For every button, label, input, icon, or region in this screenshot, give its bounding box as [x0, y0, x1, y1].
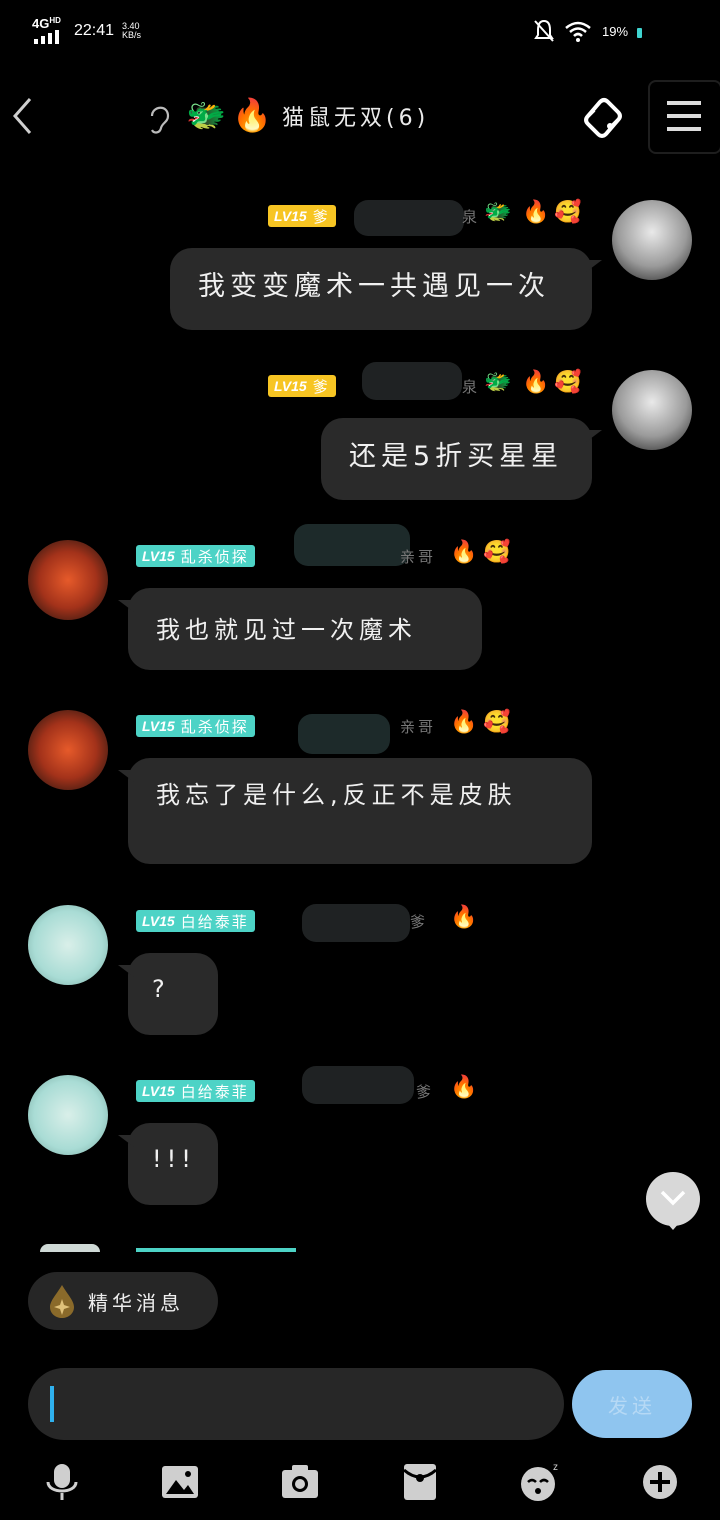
- dragon-emoji: 🐲: [484, 200, 512, 225]
- svg-text:z: z: [553, 1462, 558, 1473]
- avatar[interactable]: [28, 710, 108, 790]
- link-icon[interactable]: [578, 92, 628, 138]
- sticker-icon[interactable]: z: [518, 1460, 562, 1504]
- battery-icon: [637, 28, 642, 38]
- message-bubble[interactable]: !!!: [118, 1123, 218, 1205]
- chevron-down-icon: [660, 1190, 686, 1206]
- sender-name: 泉: [462, 378, 481, 396]
- red-packet-icon[interactable]: [398, 1460, 442, 1504]
- dragon-emoji: 🐲: [186, 96, 226, 134]
- ear-icon[interactable]: [146, 102, 172, 136]
- battery-percent: 19%: [602, 24, 629, 39]
- camera-icon[interactable]: [278, 1460, 322, 1504]
- clock: 22:41: [74, 22, 115, 39]
- scroll-tail: [666, 1222, 680, 1230]
- avatar: [40, 1244, 100, 1252]
- fire-emoji: 🔥: [450, 710, 478, 735]
- avatar[interactable]: [612, 370, 692, 450]
- redacted-name: [302, 1066, 414, 1104]
- message-bubble[interactable]: 还是5折买星星: [321, 418, 602, 500]
- mute-bell-icon: [534, 19, 554, 42]
- sender-name: 亲哥: [400, 718, 437, 736]
- flower-emoji: 🥰: [483, 710, 511, 735]
- chat-title[interactable]: 猫鼠无双(6): [282, 100, 429, 132]
- message-bubble[interactable]: 我变变魔术一共遇见一次: [170, 248, 602, 330]
- sender-name: 爹: [410, 913, 429, 931]
- flower-emoji: 🥰: [554, 200, 582, 225]
- flower-emoji: 🥰: [483, 540, 511, 565]
- message-bubble[interactable]: 我也就见过一次魔术: [118, 588, 482, 670]
- level-badge: LV15 爹: [268, 205, 336, 227]
- sender-name: 泉: [462, 208, 481, 226]
- image-icon[interactable]: [158, 1460, 202, 1504]
- plus-icon[interactable]: [638, 1460, 682, 1504]
- fire-emoji: 🔥: [522, 370, 550, 395]
- sender-info: LV15 乱杀侦探: [136, 714, 255, 738]
- message-bubble[interactable]: 我忘了是什么,反正不是皮肤: [118, 758, 592, 864]
- fire-emoji: 🔥: [450, 540, 478, 565]
- message-input[interactable]: [28, 1368, 564, 1440]
- fire-emoji: 🔥: [522, 200, 550, 225]
- redacted-name: [298, 714, 390, 754]
- level-badge: [136, 1248, 296, 1252]
- dragon-emoji: 🐲: [484, 370, 512, 395]
- sender-info: LV15 乱杀侦探: [136, 544, 255, 568]
- level-badge: LV15 乱杀侦探: [136, 545, 255, 567]
- network-indicator: 4GHD: [32, 16, 61, 31]
- avatar[interactable]: [612, 200, 692, 280]
- menu-icon: [667, 101, 701, 131]
- status-bar: 4GHD 22:41 3.40 KB/s 19%: [0, 0, 720, 62]
- input-toolbar: z: [0, 1450, 720, 1510]
- text-cursor: [50, 1386, 54, 1422]
- sender-info: LV15 白给泰菲: [136, 909, 255, 933]
- menu-button[interactable]: [648, 80, 720, 154]
- send-button[interactable]: 发送: [572, 1370, 692, 1438]
- avatar[interactable]: [28, 1075, 108, 1155]
- scroll-to-bottom-button[interactable]: [646, 1172, 700, 1230]
- digest-button[interactable]: 精华消息: [28, 1272, 218, 1330]
- level-badge: LV15 白给泰菲: [136, 1080, 255, 1102]
- message-bubble[interactable]: ?: [118, 953, 218, 1035]
- sender-info: LV15 爹: [268, 204, 336, 228]
- microphone-icon[interactable]: [40, 1460, 84, 1504]
- sender-name: 亲哥: [400, 548, 437, 566]
- avatar[interactable]: [28, 905, 108, 985]
- redacted-name: [294, 524, 410, 566]
- net-speed: 3.40 KB/s: [122, 21, 142, 40]
- level-badge: LV15 爹: [268, 375, 336, 397]
- redacted-name: [354, 200, 464, 236]
- sender-name: 爹: [416, 1083, 435, 1101]
- fire-emoji: 🔥: [450, 905, 478, 930]
- flower-emoji: 🥰: [554, 370, 582, 395]
- wifi-icon: [565, 21, 591, 42]
- redacted-name: [362, 362, 462, 400]
- fire-emoji: 🔥: [232, 96, 272, 134]
- sender-info: LV15 爹: [268, 374, 336, 398]
- drop-icon: [50, 1285, 74, 1318]
- redacted-name: [302, 904, 410, 942]
- signal-icon: [34, 30, 59, 44]
- level-badge: LV15 白给泰菲: [136, 910, 255, 932]
- back-icon[interactable]: [10, 96, 36, 136]
- fire-emoji: 🔥: [450, 1075, 478, 1100]
- sender-info: LV15 白给泰菲: [136, 1079, 255, 1103]
- level-badge: LV15 乱杀侦探: [136, 715, 255, 737]
- avatar[interactable]: [28, 540, 108, 620]
